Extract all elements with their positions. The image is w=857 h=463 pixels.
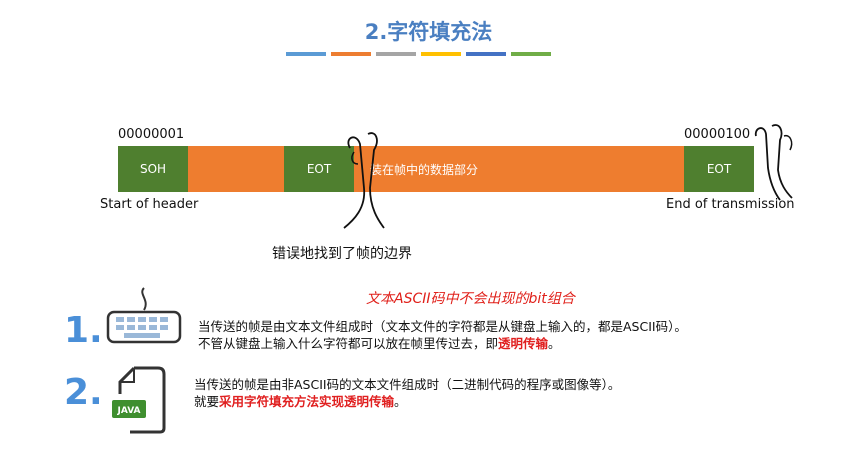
- item-1-number: 1.: [64, 310, 103, 351]
- title-color-bars: [286, 52, 551, 56]
- error-boundary-label: 错误地找到了帧的边界: [272, 246, 412, 262]
- title-color-bar: [511, 52, 551, 56]
- item-2-line-2: 就要采用字符填充方法实现透明传输。: [194, 393, 844, 410]
- title-color-bar: [421, 52, 461, 56]
- ascii-note: 文本ASCII码中不会出现的bit组合: [366, 291, 575, 307]
- data-segment: 装在帧中的数据部分: [354, 146, 684, 192]
- title-color-bar: [331, 52, 371, 56]
- soh-segment: SOH: [118, 146, 188, 192]
- bits-start: 00000001: [118, 127, 185, 142]
- byte-stuffing-highlight: 采用字符填充方法实现透明传输: [219, 394, 395, 409]
- eot-segment: EOT: [684, 146, 754, 192]
- keyboard-icon: [106, 287, 182, 344]
- title-color-bar: [466, 52, 506, 56]
- data-segment-pre: [188, 146, 284, 192]
- transparent-transmission-highlight: 透明传输: [498, 336, 549, 351]
- caption-start: Start of header: [100, 197, 199, 212]
- bits-end: 00000100: [684, 127, 751, 142]
- scissors-hand-icon: [343, 132, 385, 229]
- frame-diagram: SOH EOT 装在帧中的数据部分 EOT: [118, 146, 754, 192]
- java-file-icon: JAVA: [112, 366, 166, 434]
- item-2-number: 2.: [64, 372, 103, 413]
- item-1-line-2-suffix: 。: [548, 336, 561, 351]
- item-1-line-1: 当传送的帧是由文本文件组成时（文本文件的字符都是从键盘上输入的，都是ASCII码…: [198, 319, 687, 334]
- title-color-bar: [376, 52, 416, 56]
- cutting-hand-icon: [754, 124, 793, 201]
- item-2-line-1: 当传送的帧是由非ASCII码的文本文件组成时（二进制代码的程序或图像等）。: [194, 377, 621, 392]
- item-1-text: 当传送的帧是由文本文件组成时（文本文件的字符都是从键盘上输入的，都是ASCII码…: [198, 318, 848, 352]
- item-1-line-2: 不管从键盘上输入什么字符都可以放在帧里传过去，即透明传输。: [198, 335, 848, 352]
- title-color-bar: [286, 52, 326, 56]
- item-2-line-2-prefix: 就要: [194, 394, 220, 409]
- item-2-text: 当传送的帧是由非ASCII码的文本文件组成时（二进制代码的程序或图像等）。 就要…: [194, 376, 844, 410]
- item-1-line-2-prefix: 不管从键盘上输入什么字符都可以放在帧里传过去，即: [198, 336, 499, 351]
- java-badge-label: JAVA: [116, 406, 140, 416]
- page-title: 2.字符填充法: [364, 20, 493, 44]
- item-2-line-2-suffix: 。: [394, 394, 407, 409]
